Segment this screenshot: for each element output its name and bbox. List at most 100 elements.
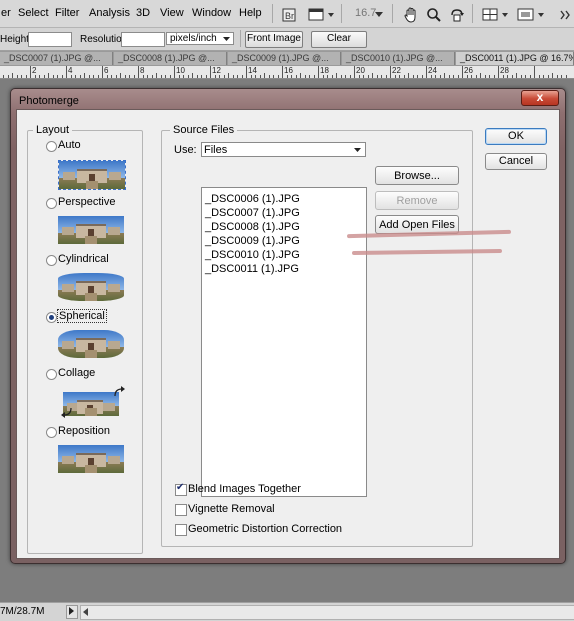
- file-list-item[interactable]: _DSC0011 (1).JPG: [205, 263, 299, 275]
- radio-cylindrical[interactable]: [46, 255, 57, 266]
- scroll-left-icon[interactable]: [83, 608, 89, 616]
- status-menu-button[interactable]: [66, 605, 78, 619]
- ruler-label: 4: [68, 66, 73, 75]
- menu-item-window[interactable]: Window: [192, 7, 231, 19]
- menu-item-select[interactable]: Select: [18, 7, 49, 19]
- file-list-item[interactable]: _DSC0007 (1).JPG: [205, 207, 300, 219]
- thumbnail-auto[interactable]: [58, 160, 126, 190]
- remove-button[interactable]: Remove: [375, 191, 459, 210]
- close-button[interactable]: x: [521, 90, 559, 106]
- use-select[interactable]: Files: [201, 142, 366, 157]
- file-list-item[interactable]: _DSC0009 (1).JPG: [205, 235, 300, 247]
- rotate-view-icon[interactable]: [446, 4, 468, 25]
- ruler-tick: [277, 75, 279, 78]
- ruler-label: 24: [428, 66, 437, 75]
- screen-mode-icon[interactable]: [306, 4, 338, 25]
- radio-reposition[interactable]: [46, 427, 57, 438]
- ruler-tick: [304, 75, 306, 78]
- mini-bridge-icon[interactable]: Br: [279, 4, 299, 25]
- menu-item-filter[interactable]: Filter: [55, 7, 79, 19]
- ruler-tick: [214, 75, 216, 78]
- ruler-tick: [151, 75, 153, 78]
- height-field[interactable]: [28, 32, 72, 47]
- chevron-down-icon: [354, 148, 361, 152]
- ok-button[interactable]: OK: [485, 128, 547, 145]
- radio-label-perspective[interactable]: Perspective: [58, 196, 115, 208]
- menu-item-view[interactable]: View: [160, 7, 184, 19]
- ruler-tick: [376, 75, 378, 78]
- thumbnail-spherical[interactable]: [58, 330, 124, 358]
- doc-tab[interactable]: _DSC0008 (1).JPG @...: [114, 52, 227, 65]
- file-list-item[interactable]: _DSC0006 (1).JPG: [205, 193, 300, 205]
- ruler-label: 26: [464, 66, 473, 75]
- ruler-tick: [25, 75, 27, 78]
- ruler-tick: [520, 75, 522, 78]
- radio-perspective[interactable]: [46, 198, 57, 209]
- arrange-documents-icon[interactable]: [480, 4, 512, 25]
- ruler-tick: [493, 75, 495, 78]
- file-list-item[interactable]: _DSC0008 (1).JPG: [205, 221, 300, 233]
- file-list-item[interactable]: _DSC0010 (1).JPG: [205, 249, 300, 261]
- thumbnail-reposition[interactable]: [58, 445, 124, 473]
- vignette-removal-checkbox[interactable]: [175, 504, 187, 516]
- expand-icon[interactable]: [554, 4, 574, 25]
- menu-item-layer[interactable]: er: [1, 7, 11, 19]
- radio-label-reposition[interactable]: Reposition: [58, 425, 110, 437]
- browse-button[interactable]: Browse...: [375, 166, 459, 185]
- use-select-value: Files: [204, 144, 228, 156]
- thumbnail-perspective[interactable]: [58, 216, 124, 244]
- ruler-tick: [336, 73, 337, 78]
- ruler-tick: [408, 73, 409, 78]
- radio-auto[interactable]: [46, 141, 57, 152]
- radio-spherical[interactable]: [46, 312, 57, 323]
- thumbnail-cylindrical[interactable]: [58, 273, 124, 301]
- vignette-removal-label[interactable]: Vignette Removal: [188, 503, 275, 515]
- resolution-field[interactable]: [121, 32, 165, 47]
- front-image-button[interactable]: Front Image: [245, 31, 303, 48]
- dialog-title: Photomerge: [19, 95, 79, 107]
- zoom-tool-icon[interactable]: [423, 4, 445, 25]
- file-list[interactable]: _DSC0006 (1).JPG _DSC0007 (1).JPG _DSC00…: [201, 187, 367, 497]
- doc-tab-active[interactable]: _DSC0011 (1).JPG @ 16.7% (RGB/8) *: [456, 52, 574, 65]
- blend-images-checkbox[interactable]: [175, 482, 187, 496]
- radio-label-auto[interactable]: Auto: [58, 139, 81, 151]
- ruler-tick: [75, 75, 76, 78]
- clear-button[interactable]: Clear: [311, 31, 367, 48]
- ruler-tick: [466, 75, 468, 78]
- ruler-tick: [223, 75, 225, 78]
- ruler-tick: [547, 75, 549, 78]
- ruler-tick: [385, 75, 387, 78]
- radio-label-cylindrical[interactable]: Cylindrical: [58, 253, 109, 265]
- menu-item-3d[interactable]: 3D: [136, 7, 150, 19]
- horizontal-scrollbar[interactable]: [80, 605, 574, 620]
- radio-label-spherical[interactable]: Spherical: [57, 309, 107, 323]
- chevron-down-icon[interactable]: [372, 4, 386, 25]
- ruler-tick: [241, 75, 243, 78]
- ruler-tick: [322, 75, 324, 78]
- ruler-tick: [192, 73, 193, 78]
- ruler-label: 6: [104, 66, 109, 75]
- blend-images-label[interactable]: Blend Images Together: [188, 483, 301, 495]
- menu-item-analysis[interactable]: Analysis: [89, 7, 130, 19]
- radio-collage[interactable]: [46, 369, 57, 380]
- cancel-button[interactable]: Cancel: [485, 153, 547, 170]
- doc-tab[interactable]: _DSC0007 (1).JPG @...: [0, 52, 113, 65]
- screen-mode-dropdown-icon[interactable]: [514, 4, 550, 25]
- ruler-tick: [219, 75, 220, 78]
- ruler-tick: [70, 75, 72, 78]
- document-size: 7M/28.7M: [0, 606, 45, 617]
- ruler-tick: [102, 66, 103, 78]
- menu-item-help[interactable]: Help: [239, 7, 262, 19]
- doc-tab[interactable]: _DSC0010 (1).JPG @...: [342, 52, 455, 65]
- ruler-tick: [57, 75, 58, 78]
- radio-label-collage[interactable]: Collage: [58, 367, 95, 379]
- ruler-tick: [426, 66, 427, 78]
- ruler-tick: [286, 75, 288, 78]
- geometric-distortion-checkbox[interactable]: [175, 524, 187, 536]
- ruler-tick: [457, 75, 459, 78]
- hand-tool-icon[interactable]: [400, 4, 422, 25]
- ruler-tick: [34, 75, 36, 78]
- doc-tab[interactable]: _DSC0009 (1).JPG @...: [228, 52, 341, 65]
- resolution-units-select[interactable]: pixels/inch: [166, 32, 234, 45]
- geometric-distortion-label[interactable]: Geometric Distortion Correction: [188, 523, 342, 535]
